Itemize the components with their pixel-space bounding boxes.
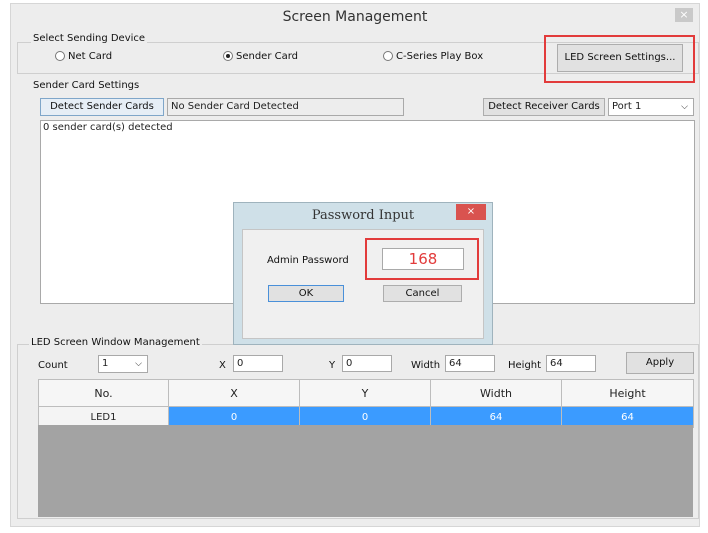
radio-label: C-Series Play Box: [396, 51, 484, 62]
radio-circle-icon: [383, 51, 393, 61]
column-header-height[interactable]: Height: [561, 379, 694, 407]
port-select-value: Port 1: [612, 101, 642, 112]
admin-password-input[interactable]: 168: [382, 248, 464, 270]
radio-sender-card[interactable]: Sender Card: [223, 51, 298, 62]
detect-sender-cards-button[interactable]: Detect Sender Cards: [40, 98, 164, 116]
column-header-x[interactable]: X: [168, 379, 300, 407]
chevron-down-icon: ⌵: [135, 359, 142, 369]
width-label: Width: [411, 360, 441, 371]
chevron-down-icon: ⌵: [681, 102, 688, 112]
table-empty-area: [38, 425, 693, 517]
table-header-row: No. X Y Width Height: [38, 379, 694, 407]
count-label: Count: [38, 360, 68, 371]
radio-net-card[interactable]: Net Card: [55, 51, 112, 62]
admin-password-label: Admin Password: [267, 255, 349, 266]
height-input[interactable]: 64: [546, 355, 596, 372]
window-title: Screen Management: [282, 9, 428, 25]
radio-circle-icon: [55, 51, 65, 61]
count-select[interactable]: 1 ⌵: [98, 355, 148, 373]
ok-button[interactable]: OK: [268, 285, 344, 302]
count-select-value: 1: [102, 358, 109, 369]
sender-status-field: No Sender Card Detected: [167, 98, 404, 116]
height-label: Height: [508, 360, 542, 371]
width-input[interactable]: 64: [445, 355, 495, 372]
window-close-icon[interactable]: ×: [675, 8, 693, 22]
password-dialog: Password Input × Admin Password 168 OK C…: [233, 202, 493, 345]
radio-selected-icon: [223, 51, 233, 61]
dialog-close-icon[interactable]: ×: [456, 204, 486, 220]
column-header-y[interactable]: Y: [299, 379, 431, 407]
apply-button[interactable]: Apply: [626, 352, 694, 374]
sending-device-label: Select Sending Device: [31, 33, 148, 44]
sender-settings-label: Sender Card Settings: [31, 80, 142, 91]
x-label: X: [219, 360, 226, 371]
led-window-table: No. X Y Width Height LED1 0 0 64 64: [38, 379, 694, 428]
radio-c-series-box[interactable]: C-Series Play Box: [383, 51, 483, 62]
dialog-body: Admin Password 168 OK Cancel: [242, 229, 484, 339]
led-screen-settings-button[interactable]: LED Screen Settings...: [557, 44, 683, 72]
window-mgmt-label: LED Screen Window Management: [29, 337, 202, 348]
port-select[interactable]: Port 1 ⌵: [608, 98, 694, 116]
y-label: Y: [329, 360, 336, 371]
radio-label: Net Card: [68, 51, 113, 62]
detect-receiver-cards-button[interactable]: Detect Receiver Cards: [483, 98, 605, 116]
dialog-title: Password Input: [311, 208, 415, 223]
column-header-width[interactable]: Width: [430, 379, 562, 407]
y-input[interactable]: 0: [342, 355, 392, 372]
radio-label: Sender Card: [236, 51, 299, 62]
cancel-button[interactable]: Cancel: [383, 285, 462, 302]
x-input[interactable]: 0: [233, 355, 283, 372]
column-header-no[interactable]: No.: [38, 379, 169, 407]
